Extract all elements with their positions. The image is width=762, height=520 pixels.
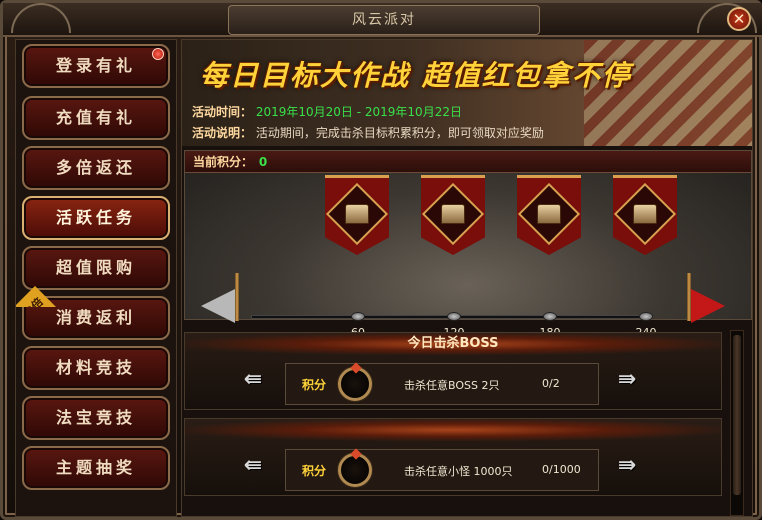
task-description: 击杀任意小怪 1000只 xyxy=(404,465,513,478)
sidebar-item-material-contest[interactable]: 材料竞技 xyxy=(22,346,170,390)
treasure-chest-icon xyxy=(345,204,369,224)
points-label: 积分 xyxy=(302,378,327,392)
task-list: 今日击杀BOSS ⇚ 积分 击杀任意BOSS 2只 0/2 ⇛ ⇚ 积分 击杀任… xyxy=(184,330,726,516)
task-card-glow xyxy=(185,419,721,441)
main-panel: 每日目标大作战 超值红包拿不停 活动时间： 2019年10月20日 - 2019… xyxy=(181,39,753,517)
milestone-marker xyxy=(639,312,653,321)
reward-banner-240[interactable] xyxy=(613,175,677,255)
event-desc-label: 活动说明： xyxy=(192,126,253,140)
sidebar-item-label: 材料竞技 xyxy=(55,358,136,377)
task-section-title: 今日击杀BOSS xyxy=(185,333,721,355)
sidebar-item-limited-purchase[interactable]: 超值限购 xyxy=(22,246,170,290)
chest-frame xyxy=(517,182,581,246)
next-arrow-icon[interactable]: ⇛ xyxy=(613,369,641,393)
points-label: 积分 xyxy=(302,464,327,478)
event-desc-value: 活动期间，完成击杀目标积累积分，即可领取对应奖励 xyxy=(255,126,544,140)
sidebar-item-multi-return[interactable]: 多倍返还 xyxy=(22,146,170,190)
event-banner: 每日目标大作战 超值红包拿不停 活动时间： 2019年10月20日 - 2019… xyxy=(182,40,752,146)
task-description: 击杀任意BOSS 2只 xyxy=(404,379,500,392)
treasure-chest-icon xyxy=(633,204,657,224)
reward-banner-180[interactable] xyxy=(517,175,581,255)
reward-ring-icon[interactable] xyxy=(338,453,372,487)
chest-frame xyxy=(325,182,389,246)
event-time-value: 2019年10月20日 - 2019年10月22日 xyxy=(255,105,462,119)
task-progress: 0/1000 xyxy=(542,463,581,476)
close-button[interactable]: ✕ xyxy=(727,7,751,31)
event-time-row: 活动时间： 2019年10月20日 - 2019年10月22日 xyxy=(192,103,462,121)
left-flag-pole xyxy=(235,273,239,321)
sidebar-item-label: 消费返利 xyxy=(55,308,136,327)
task-card: 今日击杀BOSS ⇚ 积分 击杀任意BOSS 2只 0/2 ⇛ xyxy=(184,332,722,410)
sidebar-item-active-tasks[interactable]: 活跃任务 xyxy=(22,196,170,240)
event-desc-row: 活动说明： 活动期间，完成击杀目标积累积分，即可领取对应奖励 xyxy=(192,124,544,142)
sidebar-item-label: 充值有礼 xyxy=(55,108,136,127)
treasure-chest-icon xyxy=(441,204,465,224)
current-score-value: 0 xyxy=(258,155,268,169)
reward-ring-icon[interactable] xyxy=(338,367,372,401)
sidebar-item-login-reward[interactable]: 登录有礼 xyxy=(22,44,170,88)
sidebar-item-theme-lottery[interactable]: 主题抽奖 xyxy=(22,446,170,490)
sidebar-item-label: 登录有礼 xyxy=(55,56,136,75)
chest-frame xyxy=(421,182,485,246)
sidebar-item-label: 多倍返还 xyxy=(55,158,136,177)
reward-banner-120[interactable] xyxy=(421,175,485,255)
current-score-bar: 当前积分： 0 xyxy=(185,151,751,173)
event-window: 风云派对 ✕ 登录有礼 充值有礼 多倍返还 活跃任务 超值限购 消费返利 2倍 … xyxy=(0,0,762,520)
window-title: 风云派对 xyxy=(228,5,540,35)
current-score-label: 当前积分： xyxy=(193,155,254,169)
event-time-label: 活动时间： xyxy=(192,105,253,119)
sidebar-item-label: 活跃任务 xyxy=(55,208,136,227)
task-row: 积分 击杀任意小怪 1000只 0/1000 xyxy=(285,449,599,491)
task-scrollbar[interactable] xyxy=(730,330,744,516)
sidebar-menu: 登录有礼 充值有礼 多倍返还 活跃任务 超值限购 消费返利 2倍 材料竞技 法宝… xyxy=(15,39,177,517)
prev-arrow-icon[interactable]: ⇚ xyxy=(239,369,267,393)
right-flag-icon xyxy=(691,289,725,323)
sidebar-item-label: 主题抽奖 xyxy=(55,458,136,477)
prev-arrow-icon[interactable]: ⇚ xyxy=(239,455,267,479)
task-card: ⇚ 积分 击杀任意小怪 1000只 0/1000 ⇛ xyxy=(184,418,722,496)
banner-title: 每日目标大作战 超值红包拿不停 xyxy=(200,59,632,92)
task-progress: 0/2 xyxy=(542,377,560,390)
scroll-thumb[interactable] xyxy=(733,335,741,495)
notice-dot-icon xyxy=(152,48,164,60)
sidebar-item-recharge-reward[interactable]: 充值有礼 xyxy=(22,96,170,140)
score-progress-area: 当前积分： 0 60 120 xyxy=(184,150,752,339)
milestone-marker xyxy=(543,312,557,321)
left-flag-icon xyxy=(201,289,235,323)
milestone-marker xyxy=(351,312,365,321)
chest-frame xyxy=(613,182,677,246)
treasure-chest-icon xyxy=(537,204,561,224)
task-row: 积分 击杀任意BOSS 2只 0/2 xyxy=(285,363,599,405)
sidebar-item-treasure-contest[interactable]: 法宝竞技 xyxy=(22,396,170,440)
sidebar-item-label: 法宝竞技 xyxy=(55,408,136,427)
milestone-marker xyxy=(447,312,461,321)
next-arrow-icon[interactable]: ⇛ xyxy=(613,455,641,479)
left-horn-ornament xyxy=(11,3,71,33)
reward-banner-60[interactable] xyxy=(325,175,389,255)
sidebar-item-label: 超值限购 xyxy=(55,258,136,277)
title-bar: 风云派对 ✕ xyxy=(3,3,762,37)
